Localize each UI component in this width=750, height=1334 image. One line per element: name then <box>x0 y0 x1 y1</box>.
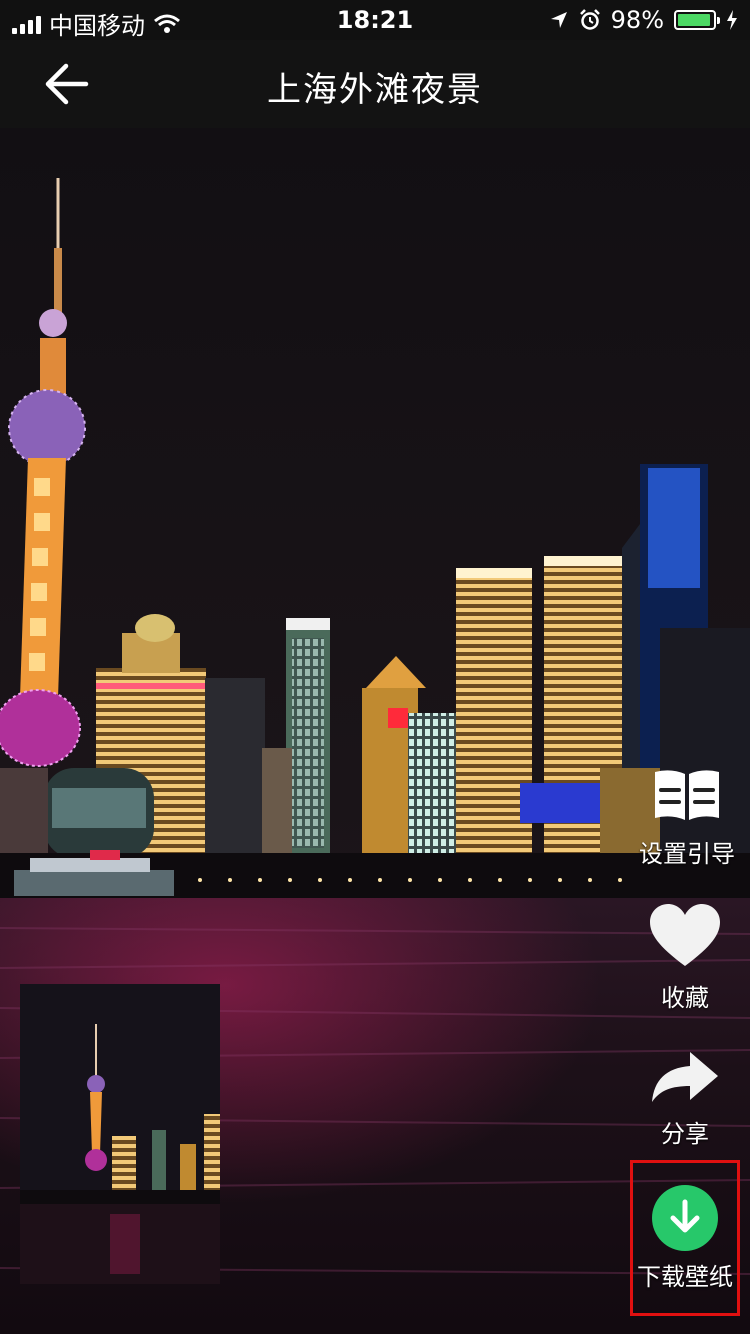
nav-bar: 上海外滩夜景 <box>0 40 750 128</box>
share-button[interactable]: 分享 <box>630 1050 740 1149</box>
download-icon <box>652 1185 718 1251</box>
heart-icon <box>650 904 720 966</box>
status-right: 98% <box>549 6 738 34</box>
alarm-icon <box>579 9 600 30</box>
page-title: 上海外滩夜景 <box>267 70 483 110</box>
favorite-label: 收藏 <box>661 984 709 1012</box>
favorite-button[interactable]: 收藏 <box>630 902 740 1013</box>
wallpaper-thumbnail[interactable] <box>20 984 220 1284</box>
charging-icon <box>727 10 737 30</box>
guide-button[interactable]: 设置引导 <box>632 768 742 869</box>
download-label: 下载壁纸 <box>637 1263 733 1291</box>
location-arrow-icon <box>550 12 567 28</box>
share-arrow-icon <box>652 1052 718 1102</box>
book-icon <box>655 770 719 820</box>
download-wallpaper-button[interactable]: 下载壁纸 <box>630 1160 740 1316</box>
share-label: 分享 <box>661 1120 709 1148</box>
guide-label: 设置引导 <box>639 840 735 868</box>
battery-icon <box>674 10 720 30</box>
status-bar: 中国移动 18:21 98% <box>0 0 750 40</box>
battery-percent: 98% <box>610 6 664 34</box>
